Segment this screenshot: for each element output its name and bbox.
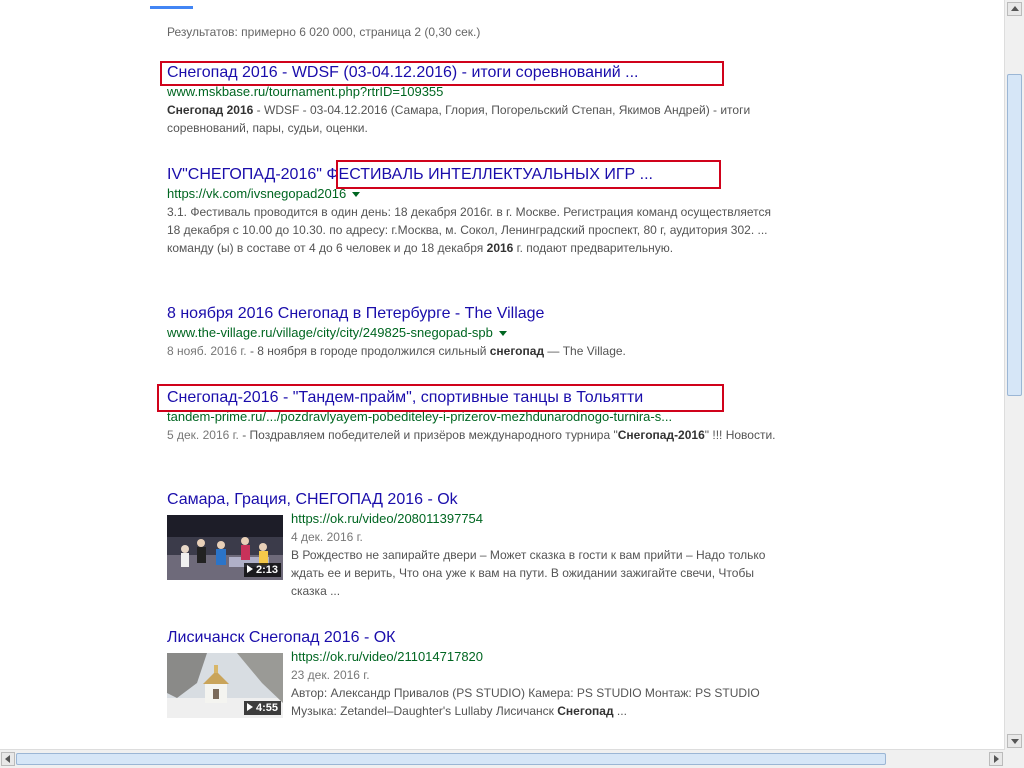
scrollbar-corner (1005, 750, 1024, 768)
video-date: 4 дек. 2016 г. (291, 530, 363, 544)
video-thumbnail[interactable]: 4:55 (167, 653, 283, 718)
snippet-text: 3.1. Фестиваль проводится в один день: 1… (167, 205, 771, 255)
snippet-bold: Снегопад (557, 704, 614, 718)
result-snippet: 8 нояб. 2016 г. - 8 ноября в городе прод… (167, 342, 777, 360)
scroll-down-button[interactable] (1007, 734, 1022, 748)
snippet-bold: Снегопад-2016 (617, 428, 705, 442)
highlight-box (336, 160, 721, 189)
result-snippet: 3.1. Фестиваль проводится в один день: 1… (167, 203, 777, 257)
result-url: www.the-village.ru/village/city/city/249… (167, 324, 777, 342)
url-dropdown-arrow-icon[interactable] (352, 192, 361, 198)
highlight-box (160, 61, 724, 86)
video-duration: 2:13 (255, 564, 278, 576)
snippet-text: - Поздравляем победителей и призёров меж… (238, 428, 618, 442)
scroll-up-button[interactable] (1007, 2, 1022, 16)
snippet-text: — The Village. (544, 344, 626, 358)
snippet-bold: снегопад (489, 344, 545, 358)
scroll-left-button[interactable] (1, 752, 15, 766)
snippet-text: " !!! Новости. (704, 428, 776, 442)
video-duration: 4:55 (255, 702, 278, 714)
result-snippet: Снегопад 2016 - WDSF - 03-04.12.2016 (Са… (167, 101, 777, 137)
snippet-text: - WDSF - 03-04.12.2016 (Самара, Глория, … (167, 103, 751, 135)
play-icon (246, 703, 253, 711)
arrow-right-icon (994, 755, 999, 763)
horizontal-scroll-thumb[interactable] (16, 753, 886, 765)
arrow-left-icon (5, 755, 10, 763)
result-date: 8 нояб. 2016 г. (167, 344, 247, 358)
snippet-bold: Снегопад 2016 (167, 103, 254, 117)
result-date: 5 дек. 2016 г. (167, 428, 239, 442)
snippet-text: г. подают предварительную. (513, 241, 674, 255)
video-meta: https://ok.ru/video/208011397754 4 дек. … (291, 510, 771, 600)
scroll-right-button[interactable] (989, 752, 1003, 766)
arrow-down-icon (1011, 739, 1019, 744)
result-stats: Результатов: примерно 6 020 000, страниц… (167, 25, 481, 39)
vertical-scrollbar[interactable] (1004, 0, 1024, 750)
snippet-bold: 2016 (486, 241, 514, 255)
video-title-link[interactable]: Самара, Грация, СНЕГОПАД 2016 - Ok (167, 490, 777, 510)
result-title-link[interactable]: 8 ноября 2016 Снегопад в Петербурге - Th… (167, 304, 777, 324)
vertical-scroll-thumb[interactable] (1007, 74, 1022, 396)
video-url: https://ok.ru/video/208011397754 (291, 511, 484, 526)
play-icon (246, 565, 253, 573)
highlight-box (157, 384, 724, 412)
search-results-page: Результатов: примерно 6 020 000, страниц… (0, 0, 1005, 750)
video-result-item: Лисичанск Снегопад 2016 - ОК 4:55 https:… (167, 628, 777, 738)
result-snippet: 5 дек. 2016 г. - Поздравляем победителей… (167, 426, 777, 444)
arrow-up-icon (1011, 6, 1019, 11)
snippet-text: - 8 ноября в городе продолжился сильный (246, 344, 490, 358)
active-tab-indicator (150, 6, 193, 9)
video-duration-badge: 2:13 (243, 563, 281, 577)
result-url-text: www.the-village.ru/village/city/city/249… (167, 325, 493, 340)
video-date: 23 дек. 2016 г. (291, 668, 370, 682)
snippet-text: ... (613, 704, 627, 718)
url-dropdown-arrow-icon[interactable] (498, 331, 507, 337)
video-duration-badge: 4:55 (243, 701, 281, 715)
video-thumbnail[interactable]: 2:13 (167, 515, 283, 580)
result-item: 8 ноября 2016 Снегопад в Петербурге - Th… (167, 304, 777, 360)
horizontal-scrollbar[interactable] (0, 749, 1005, 768)
snippet-text: Автор: Александр Привалов (PS STUDIO) Ка… (291, 686, 760, 718)
video-result-item: Самара, Грация, СНЕГОПАД 2016 - Ok 2:13 (167, 490, 777, 600)
video-snippet: В Рождество не запирайте двери – Может с… (291, 548, 766, 598)
video-url: https://ok.ru/video/211014717820 (291, 649, 484, 664)
result-url-text: https://vk.com/ivsnegopad2016 (167, 186, 347, 201)
video-snippet: Автор: Александр Привалов (PS STUDIO) Ка… (291, 684, 771, 720)
video-meta: https://ok.ru/video/211014717820 23 дек.… (291, 648, 771, 720)
video-title-link[interactable]: Лисичанск Снегопад 2016 - ОК (167, 628, 777, 648)
